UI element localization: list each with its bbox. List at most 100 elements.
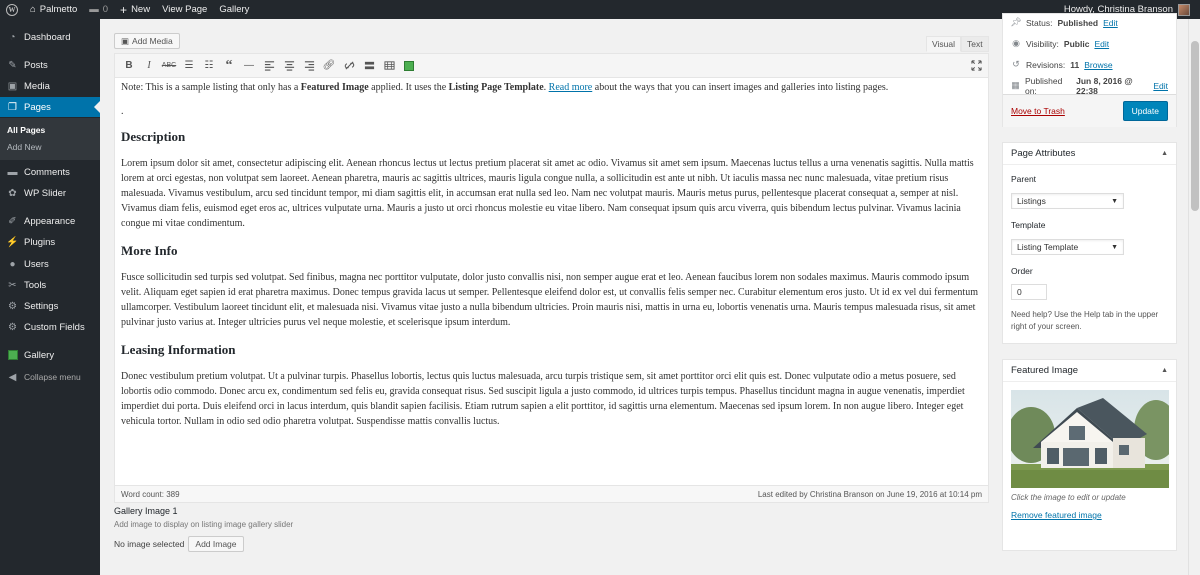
align-center-icon[interactable] [279,56,299,76]
sidebar-item-label: Tools [24,279,47,291]
comment-bubble-icon: ▬ [89,4,99,15]
bold-icon[interactable]: B [119,56,139,76]
sidebar-item-custom-fields[interactable]: ⚙ Custom Fields [0,317,100,337]
dot-paragraph: . [121,106,124,117]
horizontal-line-icon[interactable]: — [239,56,259,76]
blockquote-icon[interactable]: “ [219,56,239,76]
featured-image-header[interactable]: Featured Image ▲ [1003,360,1176,382]
tab-text[interactable]: Text [961,36,989,52]
move-to-trash-link[interactable]: Move to Trash [1011,106,1065,116]
read-more-link[interactable]: Read more [549,82,593,93]
custom-fields-icon: ⚙ [8,321,17,333]
collapse-caret-icon[interactable]: ▲ [1161,150,1168,157]
add-media-button[interactable]: ▣ Add Media [114,33,180,49]
bullet-list-icon[interactable]: ☰ [179,56,199,76]
gallery-shortcode-icon[interactable] [399,56,419,76]
dropdown-arrow-icon: ▼ [1111,243,1118,251]
featured-image-thumbnail[interactable] [1011,390,1169,488]
edit-date-link[interactable]: Edit [1153,81,1168,91]
gallery-image-field: Gallery Image 1 Add image to display on … [114,506,514,552]
editor: B I ABC ☰ ☷ “ — 🔗︎ Note: This is a sampl… [114,53,989,503]
browse-revisions-link[interactable]: Browse [1084,60,1112,70]
tab-visual[interactable]: Visual [926,36,961,52]
view-page-link[interactable]: View Page [156,0,213,19]
more-info-paragraph: Fusce sollicitudin sed turpis sed volutp… [121,272,978,328]
gallery-field-description: Add image to display on listing image ga… [114,520,294,529]
sidebar-item-label: Posts [24,59,48,71]
comments-count: 0 [102,4,109,15]
numbered-list-icon[interactable]: ☷ [199,56,219,76]
remove-featured-image-link[interactable]: Remove featured image [1011,510,1102,520]
strikethrough-icon[interactable]: ABC [159,56,179,76]
distraction-free-icon[interactable] [966,56,986,76]
read-more-icon[interactable] [359,56,379,76]
align-left-icon[interactable] [259,56,279,76]
calendar-icon: ▦ [1011,80,1020,90]
sidebar-item-tools[interactable]: ✂ Tools [0,275,100,295]
collapse-menu-button[interactable]: ◀ Collapse menu [0,367,100,387]
gallery-link[interactable]: Gallery [213,0,255,19]
heading-leasing: Leasing Information [121,342,236,357]
page-scrollbar[interactable] [1188,19,1200,575]
no-image-text: No image selected [114,539,185,549]
sidebar-item-comments[interactable]: ▬ Comments [0,162,100,182]
wordpress-icon: W [6,3,18,16]
add-image-button[interactable]: Add Image [188,536,244,552]
description-paragraph: Lorem ipsum dolor sit amet, consectetur … [121,158,974,229]
parent-label: Parent [1011,174,1037,184]
sidebar-item-plugins[interactable]: ⚡ Plugins [0,232,100,252]
sidebar-item-label: Dashboard [24,31,71,43]
submenu-add-new[interactable]: Add New [7,142,42,152]
update-button[interactable]: Update [1122,101,1168,121]
edit-status-link[interactable]: Edit [1103,18,1118,28]
editor-content[interactable]: Note: This is a sample listing that only… [121,80,983,429]
submenu-all-pages[interactable]: All Pages [7,125,45,135]
comments-link[interactable]: ▬ 0 [83,0,114,19]
template-select[interactable]: Listing Template ▼ [1011,239,1124,255]
plugin-icon: ⚡ [6,236,19,248]
toolbar-toggle-icon[interactable] [379,56,399,76]
sidebar-item-users[interactable]: ● Users [0,254,100,274]
sidebar-item-media[interactable]: ▣ Media [0,76,100,96]
comments-icon: ▬ [7,166,18,178]
sidebar-item-label: Appearance [24,215,76,227]
sidebar-item-settings[interactable]: ⚙ Settings [0,296,100,316]
media-icon: ▣ [121,35,130,46]
sidebar-item-wp-slider[interactable]: ✿ WP Slider [0,183,100,203]
featured-image-box: Featured Image ▲ Click the image to edit… [1002,359,1177,551]
site-name-link[interactable]: ⌂ Palmetto [24,0,83,19]
sidebar-item-label: Users [24,258,49,270]
link-icon[interactable]: 🔗︎ [319,56,339,76]
pages-submenu: All Pages Add New [0,118,100,160]
order-label: Order [1011,266,1033,276]
published-value: Jun 8, 2016 @ 22:38 [1076,75,1133,96]
collapse-caret-icon[interactable]: ▲ [1161,367,1168,374]
page-attributes-title: Page Attributes [1011,148,1076,159]
word-count: Word count: 389 [121,489,180,499]
dropdown-arrow-icon: ▼ [1111,197,1118,205]
order-input[interactable]: 0 [1011,284,1047,300]
parent-select[interactable]: Listings ▼ [1011,193,1124,209]
help-text: Need help? Use the Help tab in the upper… [1011,310,1159,331]
page-attributes-header[interactable]: Page Attributes ▲ [1003,143,1176,165]
scrollbar-thumb[interactable] [1191,41,1199,211]
sidebar-item-posts[interactable]: ✎ Posts [0,55,100,75]
sidebar-item-label: Collapse menu [24,372,81,382]
add-media-label: Add Media [132,36,173,46]
sidebar-item-appearance[interactable]: ✐ Appearance [0,211,100,231]
sidebar-item-dashboard[interactable]: ◔ Dashboard [0,27,100,47]
wp-logo-menu[interactable]: W [0,0,24,19]
sidebar-item-pages[interactable]: ❐ Pages [0,97,100,117]
italic-icon[interactable]: I [139,56,159,76]
edit-visibility-link[interactable]: Edit [1094,39,1109,49]
dashboard-icon: ◔ [9,31,16,43]
note-text: applied. It uses the [368,82,449,93]
new-content-link[interactable]: + New [114,0,156,19]
sidebar-item-gallery[interactable]: Gallery [0,345,100,365]
align-right-icon[interactable] [299,56,319,76]
note-bold-template: Listing Page Template [448,82,544,93]
pages-icon: ❐ [8,101,17,113]
publish-actions: Move to Trash Update [1003,94,1176,127]
leasing-paragraph: Donec vestibulum pretium volutpat. Ut a … [121,371,965,427]
unlink-icon[interactable] [339,56,359,76]
